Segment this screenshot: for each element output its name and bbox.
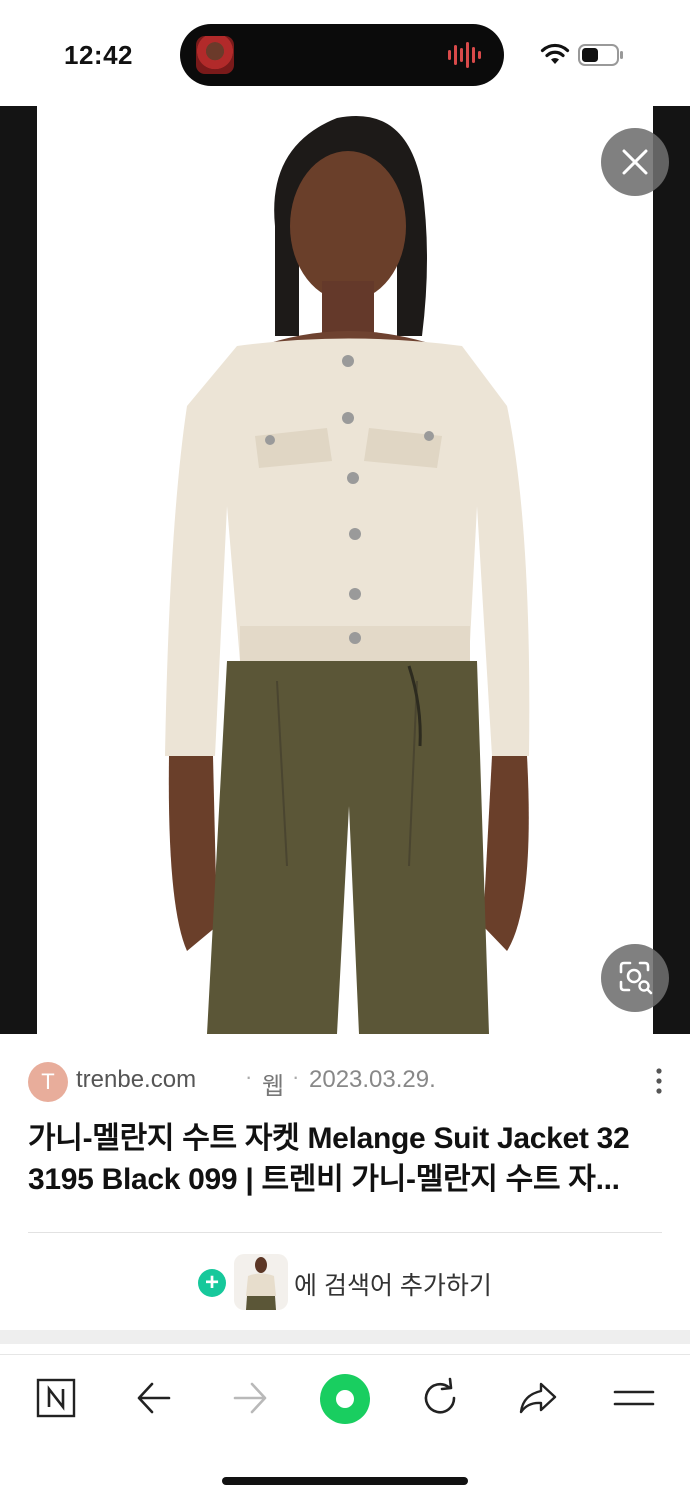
source-domain[interactable]: trenbe.com (76, 1066, 196, 1094)
green-dot-icon[interactable] (318, 1372, 372, 1426)
image-viewer[interactable] (0, 106, 690, 1034)
menu-icon[interactable] (610, 1374, 658, 1422)
product-image[interactable] (37, 106, 653, 1034)
more-options-icon[interactable] (652, 1066, 666, 1096)
bottom-toolbar (0, 1356, 690, 1440)
dynamic-island[interactable] (180, 24, 504, 86)
share-icon[interactable] (514, 1374, 562, 1422)
source-row[interactable]: T trenbe.com · 웹 · 2023.03.29. (28, 1062, 668, 1102)
source-date: 2023.03.29. (309, 1066, 436, 1093)
back-arrow-icon[interactable] (130, 1374, 178, 1422)
toolbar-divider (0, 1354, 690, 1355)
home-indicator[interactable] (222, 1477, 468, 1485)
plus-icon: + (198, 1269, 226, 1297)
add-to-search-button[interactable]: + 에 검색어 추가하기 (198, 1254, 538, 1310)
divider (28, 1232, 662, 1233)
close-icon (622, 149, 648, 175)
status-bar: 12:42 (0, 0, 690, 106)
source-type: 웹 (262, 1073, 285, 1100)
image-search-icon (619, 961, 653, 995)
live-activity-thumbnail[interactable] (196, 36, 234, 74)
section-gap (0, 1330, 690, 1344)
clock: 12:42 (64, 40, 133, 70)
close-button[interactable] (601, 128, 669, 196)
result-title[interactable]: 가니-멜란지 수트 자켓 Melange Suit Jacket 32 3195… (28, 1118, 668, 1200)
image-search-button[interactable] (601, 944, 669, 1012)
query-image-thumbnail (234, 1254, 288, 1310)
audio-wave-icon (448, 42, 481, 68)
refresh-icon[interactable] (416, 1374, 464, 1422)
add-search-label: 에 검색어 추가하기 (294, 1272, 492, 1300)
source-avatar: T (28, 1062, 68, 1102)
wifi-icon (540, 43, 570, 64)
battery-icon (578, 44, 623, 66)
separator-dot: · (292, 1064, 300, 1089)
naver-home-icon[interactable] (32, 1374, 80, 1422)
separator-dot: · (245, 1064, 253, 1089)
forward-arrow-icon[interactable] (226, 1374, 274, 1422)
